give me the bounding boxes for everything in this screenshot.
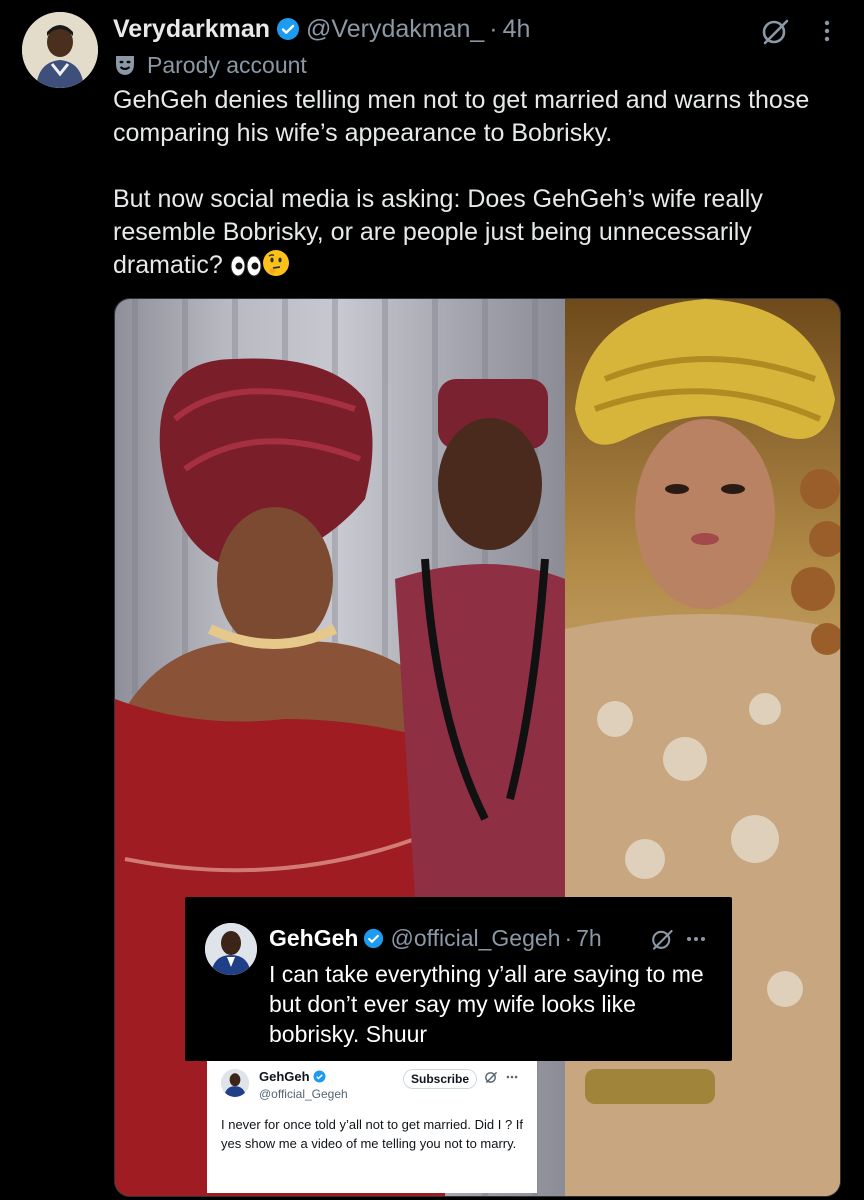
embedded-tweet-display-name: GehGeh bbox=[269, 925, 359, 951]
embedded-tweet-card: GehGeh @official_Gegeh · 7h I can take e… bbox=[185, 897, 732, 1061]
bobrisky-photo bbox=[565, 299, 840, 1196]
author-display-name[interactable]: Verydarkman bbox=[113, 15, 270, 44]
more-options-icon[interactable] bbox=[818, 16, 836, 46]
embedded-2-verified-badge-icon bbox=[313, 1070, 326, 1083]
subscribe-button: Subscribe bbox=[403, 1069, 477, 1089]
post-text-paragraph-2-text: But now social media is asking: Does Geh… bbox=[113, 185, 763, 279]
separator-dot: · bbox=[489, 14, 498, 43]
author-avatar[interactable] bbox=[22, 12, 98, 88]
embedded-tweet-avatar bbox=[205, 923, 257, 975]
post-timestamp[interactable]: 4h bbox=[503, 15, 531, 44]
embedded-2-grok-icon bbox=[484, 1070, 498, 1084]
embedded-tweet-handle: @official_Gegeh bbox=[390, 925, 561, 951]
embedded-tweet-2-display-name: GehGeh bbox=[259, 1069, 310, 1084]
theater-mask-icon bbox=[113, 53, 137, 77]
post-text-paragraph-1: GehGeh denies telling men not to get mar… bbox=[113, 86, 810, 147]
embedded-verified-badge-icon bbox=[363, 928, 384, 949]
embedded-tweet-header: GehGeh @official_Gegeh · 7h bbox=[269, 925, 602, 952]
embedded-tweet-card-2: GehGeh @official_Gegeh Subscribe I never… bbox=[207, 1061, 537, 1193]
author-handle[interactable]: @Verydakman_ bbox=[306, 15, 484, 44]
embedded-tweet-time: 7h bbox=[576, 925, 602, 951]
post-header: Verydarkman @Verydakman_ · 4h bbox=[113, 12, 530, 46]
embedded-tweet-2-text: I never for once told y’all not to get m… bbox=[221, 1117, 524, 1151]
embedded-more-icon bbox=[685, 927, 707, 951]
post-media-image[interactable]: GehGeh @official_Gegeh · 7h I can take e… bbox=[114, 298, 841, 1197]
eyes-emoji-icon bbox=[230, 253, 262, 286]
embedded-grok-icon bbox=[650, 927, 674, 951]
parody-label-text: Parody account bbox=[147, 51, 307, 78]
embedded-separator-dot: · bbox=[564, 925, 573, 951]
post-text-paragraph-2: But now social media is asking: Does Geh… bbox=[113, 183, 833, 286]
embedded-tweet-2-avatar bbox=[221, 1069, 249, 1097]
parody-label: Parody account bbox=[113, 50, 307, 80]
embedded-tweet-2-header: GehGeh bbox=[259, 1069, 326, 1084]
embedded-tweet-text: I can take everything y’all are saying t… bbox=[269, 961, 704, 1047]
post-body: GehGeh denies telling men not to get mar… bbox=[113, 84, 833, 286]
grok-icon[interactable] bbox=[760, 16, 790, 46]
thinking-face-emoji-icon bbox=[262, 249, 290, 286]
verified-badge-icon bbox=[276, 17, 300, 41]
embedded-tweet-2-handle: @official_Gegeh bbox=[259, 1087, 348, 1101]
embedded-2-more-icon bbox=[505, 1070, 519, 1084]
